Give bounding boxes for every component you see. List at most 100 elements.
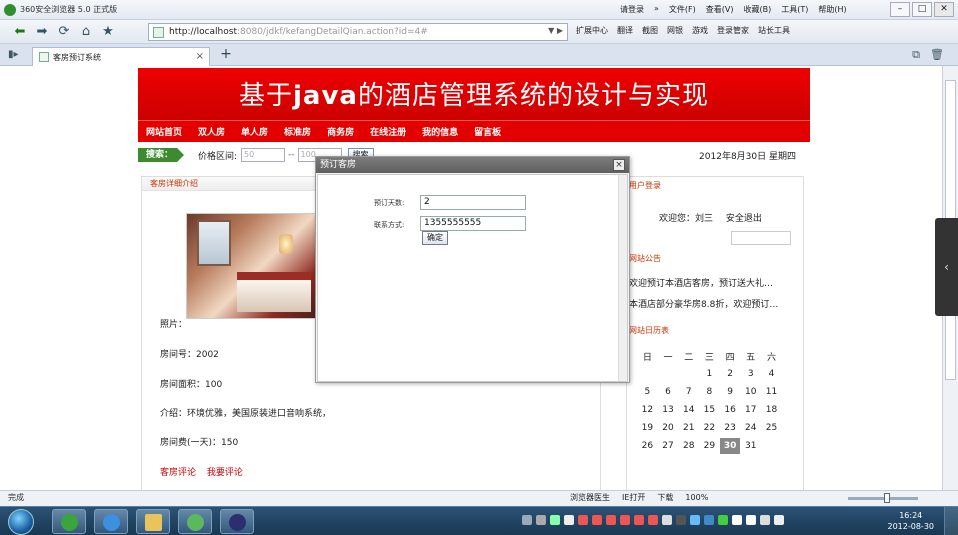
address-bar[interactable]: http://localhost:8080/jdkf/kefangDetailQ…: [148, 23, 568, 41]
back-arrow-icon[interactable]: ⬅: [10, 23, 30, 41]
taskbar-clock[interactable]: 16:24 2012-08-30: [888, 510, 935, 532]
nav-standard-room[interactable]: 标准房: [284, 125, 311, 138]
url-dropdown-icon[interactable]: ▼ ▶: [548, 26, 563, 35]
new-tab-icon[interactable]: +: [216, 47, 236, 64]
tray-icon[interactable]: [550, 515, 560, 525]
tray-icon[interactable]: [648, 515, 658, 525]
side-panel-handle-icon[interactable]: ‹: [935, 218, 958, 316]
tab-hotel-booking[interactable]: 客房预订系统 ×: [32, 47, 210, 66]
calendar-day: 15: [703, 405, 716, 415]
price-min-input[interactable]: 50: [241, 148, 286, 162]
tray-icon[interactable]: [704, 515, 714, 525]
minimize-icon[interactable]: –: [890, 2, 910, 17]
menu-favorites[interactable]: 收藏(B): [743, 4, 771, 15]
taskbar-eclipse[interactable]: [220, 509, 254, 534]
tray-icon[interactable]: [536, 515, 546, 525]
calendar-weekdays: 日 一 二 三 四 五 六: [637, 347, 787, 365]
tray-icon[interactable]: [634, 515, 644, 525]
confirm-button[interactable]: 确定: [422, 231, 448, 245]
menu-tools[interactable]: 工具(T): [781, 4, 808, 15]
nav-business-room[interactable]: 商务房: [327, 125, 354, 138]
tab-close-icon[interactable]: ×: [196, 51, 204, 62]
star-icon[interactable]: ★: [98, 23, 118, 41]
tray-icon[interactable]: [676, 515, 686, 525]
status-browser-doctor[interactable]: 浏览器医生: [570, 491, 610, 505]
tray-icon[interactable]: [578, 515, 588, 525]
nav-my-info[interactable]: 我的信息: [422, 125, 458, 138]
booking-dialog: 预订客房 × 预订天数: 2 联系方式: 1355555555 确定: [315, 156, 630, 383]
tray-icon[interactable]: [522, 515, 532, 525]
toolbar-bank[interactable]: 网银: [667, 25, 683, 36]
nav-message-board[interactable]: 留言板: [474, 125, 501, 138]
nav-register[interactable]: 在线注册: [370, 125, 406, 138]
home-icon[interactable]: ⌂: [76, 23, 96, 41]
toolbar-webmaster[interactable]: 站长工具: [758, 25, 790, 36]
room-comments-link[interactable]: 客房评论: [160, 468, 196, 478]
restore-tab-icon[interactable]: ⧉: [912, 48, 920, 62]
menu-login[interactable]: 请登录: [620, 4, 644, 15]
zoom-level[interactable]: 100%: [685, 491, 708, 505]
forward-arrow-icon[interactable]: ➡: [32, 23, 52, 41]
tray-icon[interactable]: [606, 515, 616, 525]
tray-icon[interactable]: [718, 515, 728, 525]
weekday: 五: [746, 352, 756, 363]
tray-icon[interactable]: [760, 515, 770, 525]
nav-home[interactable]: 网站首页: [146, 125, 182, 138]
search-tag: 搜索：: [138, 148, 184, 162]
status-download[interactable]: 下载: [657, 491, 673, 505]
login-box-decor: [731, 231, 791, 245]
logout-link[interactable]: 安全退出: [726, 214, 762, 224]
tray-icon[interactable]: [746, 515, 756, 525]
tray-icon[interactable]: [662, 515, 672, 525]
toolbar-extensions[interactable]: 扩展中心: [576, 25, 608, 36]
nav-single-room[interactable]: 单人房: [241, 125, 268, 138]
status-ie-open[interactable]: IE打开: [622, 491, 645, 505]
dialog-close-icon[interactable]: ×: [613, 159, 625, 171]
calendar-day: 25: [765, 423, 778, 433]
start-button-icon[interactable]: [8, 509, 34, 535]
menu-more[interactable]: »: [654, 4, 659, 15]
calendar-day: 16: [724, 405, 736, 415]
maximize-icon[interactable]: □: [912, 2, 932, 17]
tray-icon[interactable]: [690, 515, 700, 525]
refresh-icon[interactable]: ⟳: [54, 23, 74, 41]
taskbar-app[interactable]: [178, 509, 212, 534]
weekday: 六: [766, 352, 776, 363]
show-desktop-button[interactable]: [944, 507, 958, 535]
calendar-day: 27: [662, 441, 674, 451]
tray-icon[interactable]: [592, 515, 602, 525]
toolbar-login-manager[interactable]: 登录管家: [717, 25, 749, 36]
notice-item-1[interactable]: 欢迎预订本酒店客房，预订送大礼…: [629, 276, 773, 289]
notice-item-2[interactable]: 本酒店部分豪华房8.8折，欢迎预订…: [629, 297, 778, 310]
trash-icon[interactable]: 🗑: [930, 48, 944, 62]
welcome-text: 欢迎您：刘三 安全退出: [659, 211, 772, 224]
welcome-user: 欢迎您：刘三: [659, 214, 714, 224]
calendar-day: 24: [745, 423, 757, 433]
zoom-slider-knob[interactable]: [884, 493, 890, 503]
calendar-day: 8: [706, 387, 713, 397]
menu-help[interactable]: 帮助(H): [818, 4, 846, 15]
toolbar-screenshot[interactable]: 截图: [642, 25, 658, 36]
url-host: http://localhost: [169, 27, 237, 37]
tray-icon[interactable]: [732, 515, 742, 525]
tray-icon[interactable]: [564, 515, 574, 525]
toolbar-games[interactable]: 游戏: [692, 25, 708, 36]
booking-days-input[interactable]: 2: [420, 195, 526, 210]
taskbar-360-browser[interactable]: [52, 509, 86, 534]
zoom-slider[interactable]: [848, 493, 918, 503]
volume-icon[interactable]: [774, 515, 784, 525]
banner-java-word: java: [293, 81, 358, 111]
nav-double-room[interactable]: 双人房: [198, 125, 225, 138]
sidebar-toggle-icon[interactable]: ▮▸: [8, 49, 19, 60]
toolbar-translate[interactable]: 翻译: [617, 25, 633, 36]
write-comment-link[interactable]: 我要评论: [207, 468, 243, 478]
taskbar-ie[interactable]: [94, 509, 128, 534]
menu-file[interactable]: 文件(F): [669, 4, 696, 15]
contact-input[interactable]: 1355555555: [420, 216, 526, 231]
room-area: 房间面积：100: [160, 380, 223, 390]
taskbar-explorer[interactable]: [136, 509, 170, 534]
tray-icon[interactable]: [620, 515, 630, 525]
close-window-icon[interactable]: ✕: [934, 2, 954, 17]
dialog-scrollbar[interactable]: [618, 175, 627, 381]
menu-view[interactable]: 查看(V): [706, 4, 734, 15]
